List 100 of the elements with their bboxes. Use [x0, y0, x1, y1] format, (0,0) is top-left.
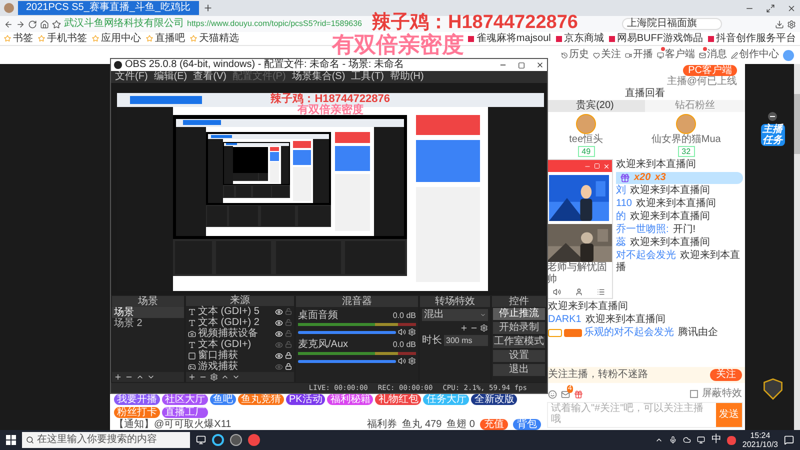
header-link[interactable]: 创作中心 — [739, 50, 779, 60]
control-button[interactable]: 开始录制 — [493, 322, 545, 334]
control-button[interactable]: 工作室模式 — [493, 336, 545, 348]
speaker-icon[interactable] — [553, 288, 561, 296]
volume-slider[interactable] — [298, 330, 396, 334]
bookmark-item[interactable]: 应用中心 — [101, 34, 141, 44]
menu-item[interactable]: 工具(T) — [351, 72, 384, 82]
source-item[interactable]: 游戏捕获 — [198, 361, 273, 372]
windows-icon[interactable] — [6, 435, 16, 445]
scene-item[interactable]: 场景 2 — [112, 318, 184, 329]
network-icon[interactable] — [697, 436, 706, 444]
emoji-icon[interactable] — [548, 390, 557, 398]
speaker-icon[interactable] — [398, 328, 406, 336]
source-item[interactable]: 视频捕获设备 — [198, 328, 273, 340]
replay-link[interactable]: 直播回看 — [625, 88, 665, 100]
avatar-icon[interactable] — [783, 50, 794, 60]
close-icon[interactable] — [787, 4, 796, 12]
new-tab-icon[interactable] — [202, 3, 213, 13]
maximize-icon[interactable] — [518, 62, 525, 68]
bookmark-item[interactable]: 手机书签 — [47, 34, 87, 44]
source-item[interactable]: 文本 (GDI+) — [198, 339, 273, 350]
control-button[interactable]: 停止推流 — [493, 308, 545, 320]
activity-tag[interactable]: 社区大厅 — [162, 394, 208, 405]
search-icon — [26, 436, 34, 444]
maximize-icon[interactable] — [766, 4, 775, 12]
menu-item[interactable]: 文件(F) — [115, 72, 148, 82]
duration-field[interactable]: 300 ms — [444, 335, 488, 346]
add-icon[interactable] — [114, 373, 122, 381]
activity-tag[interactable]: 全新改版 — [471, 394, 518, 405]
activity-tag[interactable]: 直播工厂 — [162, 407, 208, 418]
tray-expand-icon[interactable] — [655, 436, 664, 444]
bookmark-item[interactable]: 网易BUFF游戏饰品 — [616, 34, 703, 44]
control-button[interactable]: 退出 — [493, 364, 545, 376]
download-icon[interactable] — [775, 20, 784, 28]
move-down-icon[interactable] — [147, 373, 155, 381]
control-button[interactable]: 设置 — [493, 350, 545, 362]
bookmark-item[interactable]: 书签 — [13, 34, 33, 44]
activity-tag[interactable]: 鱼吧 — [210, 394, 236, 405]
move-up-icon[interactable] — [136, 373, 144, 381]
menu-item[interactable]: 查看(V) — [193, 72, 226, 82]
source-item[interactable]: 文本 (GDI+) 2 — [198, 317, 273, 328]
settings-icon[interactable] — [787, 20, 796, 28]
bookmark-item[interactable]: 雀魂麻将majsoul — [476, 34, 551, 44]
header-link[interactable]: 关注 — [601, 50, 621, 60]
lock-icon[interactable] — [285, 363, 292, 370]
chat-tab[interactable]: 贵宾(20) — [545, 100, 645, 112]
gift-icon[interactable] — [574, 390, 583, 398]
menu-item[interactable]: 帮助(H) — [390, 72, 424, 82]
player-app-icon[interactable] — [248, 434, 260, 446]
add-icon[interactable] — [460, 324, 468, 332]
notification-icon[interactable] — [784, 435, 794, 445]
activity-tag[interactable]: 礼物红包 — [375, 394, 422, 405]
person-icon[interactable] — [575, 288, 583, 296]
microphone-icon[interactable] — [669, 436, 678, 444]
header-link[interactable]: 开播 — [633, 50, 653, 60]
browser-tab[interactable]: 2021PCS S5_赛事直播_斗鱼_吃鸡比 — [18, 1, 199, 15]
gift-count: x20 — [634, 172, 651, 184]
reload-icon[interactable] — [28, 20, 37, 28]
bookmark-item[interactable]: 天猫精选 — [199, 34, 239, 44]
source-item[interactable]: 窗口捕获 — [198, 350, 273, 362]
close-icon[interactable] — [536, 61, 544, 69]
search-field[interactable]: 上海院日福面旗 — [622, 18, 722, 30]
source-item[interactable]: 文本 (GDI+) 5 — [198, 306, 273, 318]
scene-item[interactable]: 场景 — [112, 307, 184, 318]
bookmark-icon[interactable] — [52, 20, 61, 28]
input-method-indicator[interactable]: 中 — [711, 435, 722, 445]
transition-dropdown[interactable]: 混出 — [422, 309, 488, 321]
cloud-icon[interactable] — [683, 436, 692, 444]
lock-icon[interactable] — [285, 352, 292, 360]
home-icon[interactable] — [40, 20, 49, 28]
bookmark-item[interactable]: 直播吧 — [155, 34, 185, 44]
back-icon[interactable] — [4, 20, 13, 28]
header-link[interactable]: 消息 — [707, 50, 727, 60]
list-icon[interactable] — [597, 288, 605, 296]
tray-app-icon[interactable] — [727, 436, 736, 444]
bookmark-item[interactable]: 京东商城 — [564, 34, 604, 44]
fin-count: 鱼翅 0 — [446, 420, 475, 430]
window-icon — [188, 352, 196, 360]
star-icon — [4, 35, 11, 42]
volume-slider[interactable] — [298, 360, 396, 362]
task-view-icon[interactable] — [196, 435, 206, 445]
site-label: 武汉斗鱼网络科技有限公司 — [64, 19, 184, 29]
speaker-icon[interactable] — [398, 357, 406, 365]
activity-tag[interactable]: PK活动 — [286, 394, 326, 405]
menu-item[interactable]: 场景集合(S) — [292, 72, 346, 82]
browser-app-icon[interactable] — [212, 434, 224, 446]
taskbar-search-field[interactable]: 在这里输入你要搜索的内容 — [22, 432, 190, 448]
header-link[interactable]: 历史 — [569, 50, 589, 60]
message-list — [270, 162, 280, 183]
activity-tag[interactable]: 我要开播 — [114, 394, 160, 405]
header-link[interactable]: 客户端 — [665, 50, 695, 60]
coupon-link[interactable]: 福利券 — [367, 420, 398, 430]
recorder-app-icon[interactable] — [230, 434, 242, 446]
menu-item[interactable]: 编辑(E) — [154, 72, 188, 82]
mail-icon[interactable] — [561, 390, 570, 398]
checkbox[interactable] — [690, 390, 698, 398]
add-icon[interactable] — [188, 373, 196, 382]
forward-icon[interactable] — [16, 20, 25, 28]
backpack-button[interactable]: 背包 — [513, 419, 541, 430]
bookmark-item[interactable]: 抖音创作服务平台 — [716, 34, 796, 44]
